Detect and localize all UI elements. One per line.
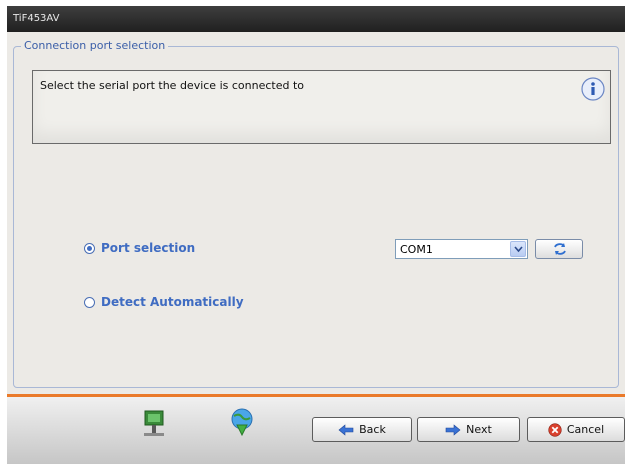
network-device-icon — [141, 409, 167, 442]
chevron-down-icon[interactable] — [510, 241, 526, 257]
info-panel: Select the serial port the device is con… — [32, 70, 611, 144]
cancel-icon — [548, 422, 562, 437]
port-selection-option[interactable]: Port selection — [84, 241, 195, 255]
detect-automatically-option[interactable]: Detect Automatically — [84, 295, 244, 309]
cancel-label: Cancel — [566, 423, 605, 436]
refresh-icon — [554, 243, 566, 255]
port-select[interactable]: COM1 — [395, 239, 528, 259]
back-label: Back — [359, 423, 386, 436]
arrow-right-icon — [445, 423, 461, 436]
port-select-value: COM1 — [400, 243, 433, 256]
footer-bar: Back Next Cancel — [7, 397, 625, 464]
refresh-ports-button[interactable] — [535, 239, 583, 259]
port-selection-radio[interactable] — [84, 242, 95, 254]
info-text: Select the serial port the device is con… — [40, 79, 304, 92]
arrow-left-icon — [338, 423, 354, 436]
next-label: Next — [466, 423, 492, 436]
window-title: TiF453AV — [13, 13, 60, 24]
title-bar: TiF453AV — [7, 6, 625, 32]
cancel-button[interactable]: Cancel — [527, 417, 625, 442]
detect-automatically-label[interactable]: Detect Automatically — [101, 295, 244, 309]
info-icon[interactable] — [581, 77, 605, 101]
next-button[interactable]: Next — [417, 417, 520, 442]
group-legend: Connection port selection — [21, 38, 169, 54]
back-button[interactable]: Back — [312, 417, 412, 442]
globe-download-icon — [227, 407, 257, 442]
wizard-window: TiF453AV Connection port selection Selec… — [7, 6, 625, 464]
port-selection-label[interactable]: Port selection — [101, 241, 195, 255]
detect-automatically-radio[interactable] — [84, 296, 95, 308]
